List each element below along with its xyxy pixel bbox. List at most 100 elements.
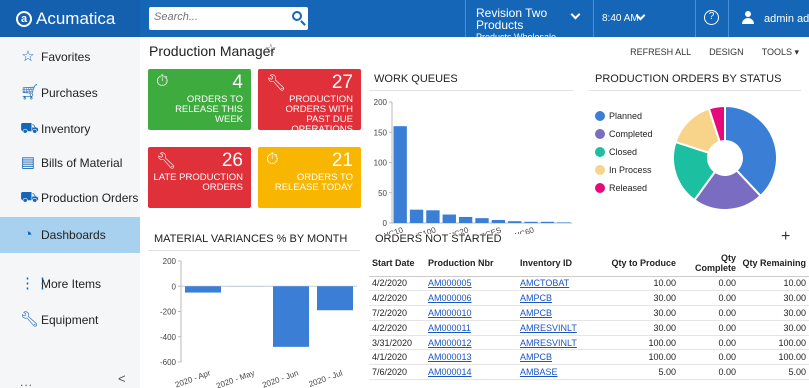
production-nbr-link[interactable]: AM000005 — [428, 278, 472, 288]
add-icon[interactable]: + — [781, 228, 790, 246]
kpi-label: ORDERS TO RELEASE THIS WEEK — [175, 94, 243, 125]
inventory-id-link[interactable]: AMRESVINLT — [520, 338, 577, 348]
legend-label: Planned — [609, 111, 643, 121]
production-nbr-link[interactable]: AM000010 — [428, 308, 472, 318]
table-cell: 30.00 — [739, 290, 809, 307]
dashboard: Production Manager ☆ REFRESH ALL DESIGN … — [140, 37, 809, 388]
table-cell: 4/2/2020 — [369, 290, 425, 307]
legend-item[interactable]: In Process — [595, 164, 653, 182]
collapse-sidebar-button[interactable]: < — [118, 371, 126, 386]
column-header[interactable]: Qty Complete — [679, 250, 739, 277]
table-cell: AM000012 — [425, 335, 517, 351]
table-row[interactable]: 7/2/2020 AM000010 AMPCB 30.00 0.00 30.00 — [369, 305, 809, 321]
gauge-icon: ◔ — [23, 226, 33, 243]
table-cell: AMPCB — [517, 349, 603, 366]
search-icon[interactable] — [292, 11, 302, 21]
bar — [317, 286, 353, 311]
inventory-id-link[interactable]: AMPCB — [520, 293, 552, 303]
design-button[interactable]: DESIGN — [709, 47, 744, 58]
production-nbr-link[interactable]: AM000011 — [428, 323, 471, 333]
sidebar-item-label: Bills of Material — [41, 156, 123, 170]
sidebar: ☆ Favorites 🛒︎ Purchases ⛟ Inventory ▤ Bills… — [0, 37, 140, 388]
sidebar-item-more-items[interactable]: ⋮⋮ More Items — [0, 266, 140, 302]
inventory-id-link[interactable]: AMRESVINLT — [520, 323, 577, 333]
table-cell: 0.00 — [679, 290, 739, 307]
table-cell: 7/6/2020 — [369, 364, 425, 381]
table-cell: AMCTOBAT — [517, 276, 603, 292]
y-tick-label: -400 — [160, 333, 177, 342]
help-button[interactable]: ? — [695, 0, 725, 37]
table-cell: 100.00 — [603, 335, 679, 351]
app-logo[interactable]: a Acumatica — [0, 0, 140, 37]
table-row[interactable]: 4/1/2020 AM000013 AMPCB 100.00 0.00 100.00 — [369, 349, 809, 366]
variances-chart: 2000-200-400-6002020 - Apr 2020 - May 2020… — [160, 257, 357, 388]
table-cell: 0.00 — [679, 276, 739, 292]
column-header[interactable]: Inventory ID — [517, 250, 603, 277]
top-bar: a Acumatica Revision Two Products Produc… — [0, 0, 809, 42]
stopwatch-icon: ⏱︎ — [266, 151, 279, 168]
y-tick-label: 50 — [378, 189, 387, 198]
legend-swatch — [595, 129, 605, 139]
sidebar-item-production-orders[interactable]: ⛟ Production Orders — [0, 180, 140, 216]
sidebar-item-label: Purchases — [41, 86, 98, 100]
inventory-id-link[interactable]: AMBASE — [520, 367, 558, 377]
sidebar-item-purchases[interactable]: 🛒︎ Purchases — [0, 75, 140, 111]
more-options-icon[interactable]: ... — [20, 375, 33, 388]
user-icon — [741, 11, 755, 25]
y-tick-label: 150 — [374, 128, 388, 137]
legend-swatch — [595, 147, 605, 157]
production-nbr-link[interactable]: AM000014 — [428, 367, 472, 377]
table-cell: 5.00 — [739, 364, 809, 381]
inventory-id-link[interactable]: AMCTOBAT — [520, 278, 569, 288]
table-row[interactable]: 4/2/2020 AM000011 AMRESVINLT 30.00 0.00 30.00 — [369, 320, 809, 336]
kpi-tile-late-orders[interactable]: 🔧︎ 26 LATE PRODUCTION ORDERS — [148, 147, 251, 208]
production-nbr-link[interactable]: AM000006 — [428, 293, 472, 303]
production-nbr-link[interactable]: AM000013 — [428, 352, 472, 362]
inventory-id-link[interactable]: AMPCB — [520, 352, 552, 362]
kpi-tile-past-due[interactable]: 🔧︎ 27 PRODUCTION ORDERS WITH PAST DUE OP… — [258, 69, 361, 135]
table-row[interactable]: 4/2/2020 AM000006 AMPCB 30.00 0.00 30.00 — [369, 290, 809, 307]
x-tick-label: 2020 - Jun — [261, 368, 300, 388]
truck-icon: ⛟ — [20, 120, 39, 137]
sidebar-item-favorites[interactable]: ☆ Favorites — [0, 39, 140, 75]
table-cell: 0.00 — [679, 320, 739, 336]
sidebar-item-inventory[interactable]: ⛟ Inventory — [0, 111, 140, 147]
user-menu[interactable]: admin admin — [728, 0, 809, 37]
sidebar-item-bills-of-material[interactable]: ▤ Bills of Material — [0, 145, 140, 181]
kpi-tile-release-today[interactable]: ⏱︎ 21 ORDERS TO RELEASE TODAY — [258, 147, 361, 208]
kpi-label: LATE PRODUCTION ORDERS — [153, 172, 243, 193]
table-row[interactable]: 4/2/2020 AM000005 AMCTOBAT 10.00 0.00 10.00 — [369, 276, 809, 292]
table-row[interactable]: 7/6/2020 AM000014 AMBASE 5.00 0.00 5.00 — [369, 364, 809, 381]
toolbar: REFRESH ALL DESIGN TOOLS ▾ — [630, 47, 799, 58]
legend-item[interactable]: Closed — [595, 146, 653, 164]
legend-item[interactable]: Completed — [595, 128, 653, 146]
kpi-tile-orders-week[interactable]: ⏱︎ 4 ORDERS TO RELEASE THIS WEEK — [148, 69, 251, 130]
column-header[interactable]: Qty to Produce — [603, 250, 679, 277]
column-header[interactable]: Production Nbr — [425, 250, 517, 277]
search-box[interactable] — [149, 7, 308, 30]
sidebar-item-equipment[interactable]: 🔧︎ Equipment — [0, 302, 140, 338]
refresh-all-button[interactable]: REFRESH ALL — [630, 47, 691, 58]
sidebar-item-dashboards[interactable]: ◔ Dashboards — [0, 217, 140, 253]
legend-item[interactable]: Released — [595, 182, 653, 200]
search-input[interactable] — [154, 11, 279, 23]
legend-item[interactable]: Planned — [595, 110, 653, 128]
time-selector[interactable]: 8:40 AM — [593, 0, 651, 37]
column-header[interactable]: Qty Remaining — [739, 250, 809, 277]
company-selector[interactable]: Revision Two Products Products Wholesale — [465, 0, 585, 42]
tools-menu[interactable]: TOOLS ▾ — [762, 47, 799, 58]
favorite-star-icon[interactable]: ☆ — [265, 41, 277, 57]
table-row[interactable]: 3/31/2020 AM000012 AMRESVINLT 100.00 0.00 100… — [369, 335, 809, 351]
production-nbr-link[interactable]: AM000012 — [428, 338, 472, 348]
kpi-value: 27 — [331, 72, 353, 93]
wrench-icon: 🔧︎ — [20, 311, 40, 328]
bar — [524, 221, 538, 223]
table-cell: 0.00 — [679, 305, 739, 321]
widget-title-status: PRODUCTION ORDERS BY STATUS — [595, 73, 782, 85]
legend-label: In Process — [609, 165, 652, 175]
column-header[interactable]: Start Date — [369, 250, 425, 277]
wrench-icon: 🔧︎ — [266, 75, 287, 92]
inventory-id-link[interactable]: AMPCB — [520, 308, 552, 318]
kpi-value: 26 — [221, 150, 243, 171]
sidebar-item-label: Dashboards — [41, 228, 106, 242]
